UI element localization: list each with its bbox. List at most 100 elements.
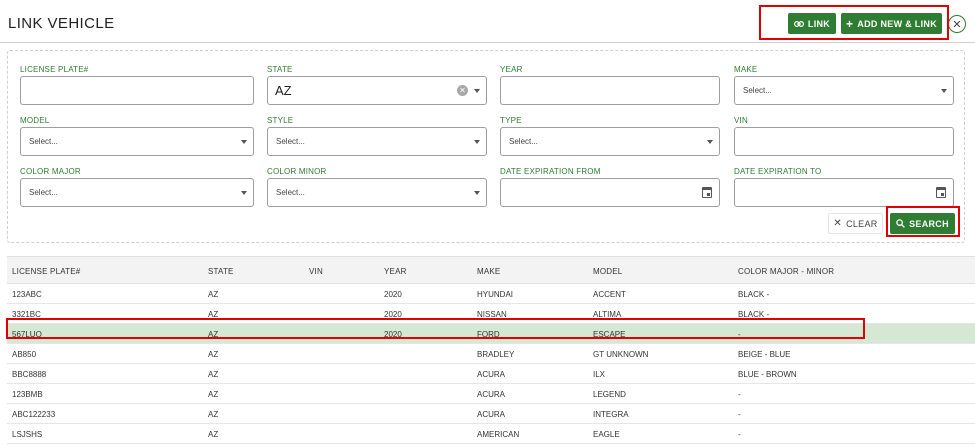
search-icon bbox=[896, 219, 905, 228]
chevron-down-icon bbox=[474, 191, 480, 195]
vin-label: VIN bbox=[734, 116, 748, 125]
table-cell-state: AZ bbox=[208, 290, 219, 299]
table-row[interactable]: 123ABC AZ 2020 HYUNDAI ACCENT BLACK - bbox=[7, 284, 975, 304]
color-minor-placeholder: Select... bbox=[276, 188, 305, 197]
table-cell-color: - bbox=[738, 430, 741, 439]
table-cell-plate: 3321BC bbox=[12, 310, 41, 319]
license-plate-input[interactable] bbox=[20, 76, 254, 105]
table-cell-make: AMERICAN bbox=[477, 430, 520, 439]
make-select[interactable]: Select... bbox=[734, 76, 954, 105]
link-button-label: LINK bbox=[807, 18, 831, 29]
table-cell-plate: BBC8888 bbox=[12, 370, 47, 379]
license-plate-label: LICENSE PLATE# bbox=[20, 65, 89, 74]
table-cell-plate: LSJSHS bbox=[12, 430, 43, 439]
year-label: YEAR bbox=[500, 65, 523, 74]
table-cell-make: ACURA bbox=[477, 410, 506, 419]
table-cell-state: AZ bbox=[208, 330, 219, 339]
table-cell-model: INTEGRA bbox=[593, 410, 629, 419]
clear-button-label: CLEAR bbox=[846, 218, 878, 229]
plus-icon: + bbox=[845, 16, 854, 31]
table-cell-color: - bbox=[738, 390, 741, 399]
link-icon bbox=[793, 20, 804, 27]
table-cell-state: AZ bbox=[208, 310, 219, 319]
table-row[interactable]: 3321BC AZ 2020 NISSAN ALTIMA BLACK - bbox=[7, 304, 975, 324]
table-cell-year: 2020 bbox=[384, 330, 402, 339]
year-input[interactable] bbox=[500, 76, 720, 105]
date-expiration-to-input[interactable] bbox=[734, 178, 954, 207]
style-label: STYLE bbox=[267, 116, 294, 125]
column-header[interactable]: STATE bbox=[208, 267, 234, 276]
close-icon: ✕ bbox=[833, 218, 843, 229]
table-cell-plate: 123ABC bbox=[12, 290, 42, 299]
table-cell-make: ACURA bbox=[477, 370, 506, 379]
style-select[interactable]: Select... bbox=[267, 127, 487, 156]
calendar-icon[interactable] bbox=[936, 187, 946, 198]
model-label: MODEL bbox=[20, 116, 50, 125]
table-cell-color: BLACK - bbox=[738, 290, 770, 299]
table-cell-plate: AB850 bbox=[12, 350, 37, 359]
date-expiration-from-label: DATE EXPIRATION FROM bbox=[500, 167, 601, 176]
chevron-down-icon bbox=[474, 89, 480, 93]
link-button[interactable]: LINK bbox=[788, 13, 836, 34]
table-cell-state: AZ bbox=[208, 430, 219, 439]
state-select-value: AZ bbox=[275, 83, 292, 98]
model-select[interactable]: Select... bbox=[20, 127, 254, 156]
column-header[interactable]: VIN bbox=[309, 267, 323, 276]
add-new-button-label: ADD NEW & LINK bbox=[857, 18, 937, 29]
table-cell-model: ILX bbox=[593, 370, 606, 379]
color-major-placeholder: Select... bbox=[29, 188, 58, 197]
table-cell-model: LEGEND bbox=[593, 390, 626, 399]
table-cell-state: AZ bbox=[208, 390, 219, 399]
search-button-label: SEARCH bbox=[909, 218, 949, 229]
column-header[interactable]: MAKE bbox=[477, 267, 500, 276]
column-header[interactable]: LICENSE PLATE# bbox=[12, 267, 80, 276]
calendar-icon[interactable] bbox=[702, 187, 712, 198]
make-label: MAKE bbox=[734, 65, 758, 74]
date-expiration-to-label: DATE EXPIRATION TO bbox=[734, 167, 822, 176]
model-placeholder: Select... bbox=[29, 137, 58, 146]
color-minor-select[interactable]: Select... bbox=[267, 178, 487, 207]
table-cell-color: BLACK - bbox=[738, 310, 770, 319]
color-major-label: COLOR MAJOR bbox=[20, 167, 81, 176]
add-new-and-link-button[interactable]: + ADD NEW & LINK bbox=[841, 13, 942, 34]
column-header[interactable]: MODEL bbox=[593, 267, 622, 276]
table-cell-model: ALTIMA bbox=[593, 310, 622, 319]
table-cell-model: ACCENT bbox=[593, 290, 626, 299]
table-row[interactable]: AB850 AZ BRADLEY GT UNKNOWN BEIGE - BLUE bbox=[7, 344, 975, 364]
table-cell-make: FORD bbox=[477, 330, 500, 339]
clear-button[interactable]: ✕ CLEAR bbox=[828, 213, 883, 234]
chevron-down-icon bbox=[707, 140, 713, 144]
table-cell-color: - bbox=[738, 410, 741, 419]
color-major-select[interactable]: Select... bbox=[20, 178, 254, 207]
table-cell-color: BEIGE - BLUE bbox=[738, 350, 791, 359]
type-placeholder: Select... bbox=[509, 137, 538, 146]
clear-selection-icon[interactable]: ✕ bbox=[457, 85, 468, 96]
table-row[interactable]: LSJSHS AZ AMERICAN EAGLE - bbox=[7, 424, 975, 444]
type-select[interactable]: Select... bbox=[500, 127, 720, 156]
filter-panel: LICENSE PLATE# STATE AZ ✕ YEAR MAKE Sele… bbox=[7, 50, 965, 243]
table-row[interactable]: 123BMB AZ ACURA LEGEND - bbox=[7, 384, 975, 404]
table-row[interactable]: BBC8888 AZ ACURA ILX BLUE - BROWN bbox=[7, 364, 975, 384]
state-label: STATE bbox=[267, 65, 293, 74]
close-icon[interactable]: ✕ bbox=[948, 15, 966, 33]
vin-input[interactable] bbox=[734, 127, 954, 156]
table-cell-year: 2020 bbox=[384, 310, 402, 319]
table-header: LICENSE PLATE# STATE VIN YEAR MAKE MODEL… bbox=[7, 256, 975, 284]
state-select[interactable]: AZ ✕ bbox=[267, 76, 487, 105]
chevron-down-icon bbox=[241, 191, 247, 195]
color-minor-label: COLOR MINOR bbox=[267, 167, 327, 176]
date-expiration-from-input[interactable] bbox=[500, 178, 720, 207]
table-cell-plate: 123BMB bbox=[12, 390, 43, 399]
column-header[interactable]: COLOR MAJOR - MINOR bbox=[738, 267, 834, 276]
make-placeholder: Select... bbox=[743, 86, 772, 95]
table-row[interactable]: ABC122233 AZ ACURA INTEGRA - bbox=[7, 404, 975, 424]
table-cell-make: NISSAN bbox=[477, 310, 507, 319]
table-cell-state: AZ bbox=[208, 410, 219, 419]
table-row[interactable]: 567LUO AZ 2020 FORD ESCAPE - bbox=[7, 324, 975, 344]
table-cell-state: AZ bbox=[208, 350, 219, 359]
table-cell-model: GT UNKNOWN bbox=[593, 350, 649, 359]
column-header[interactable]: YEAR bbox=[384, 267, 407, 276]
style-placeholder: Select... bbox=[276, 137, 305, 146]
table-cell-make: HYUNDAI bbox=[477, 290, 514, 299]
search-button[interactable]: SEARCH bbox=[890, 213, 955, 234]
